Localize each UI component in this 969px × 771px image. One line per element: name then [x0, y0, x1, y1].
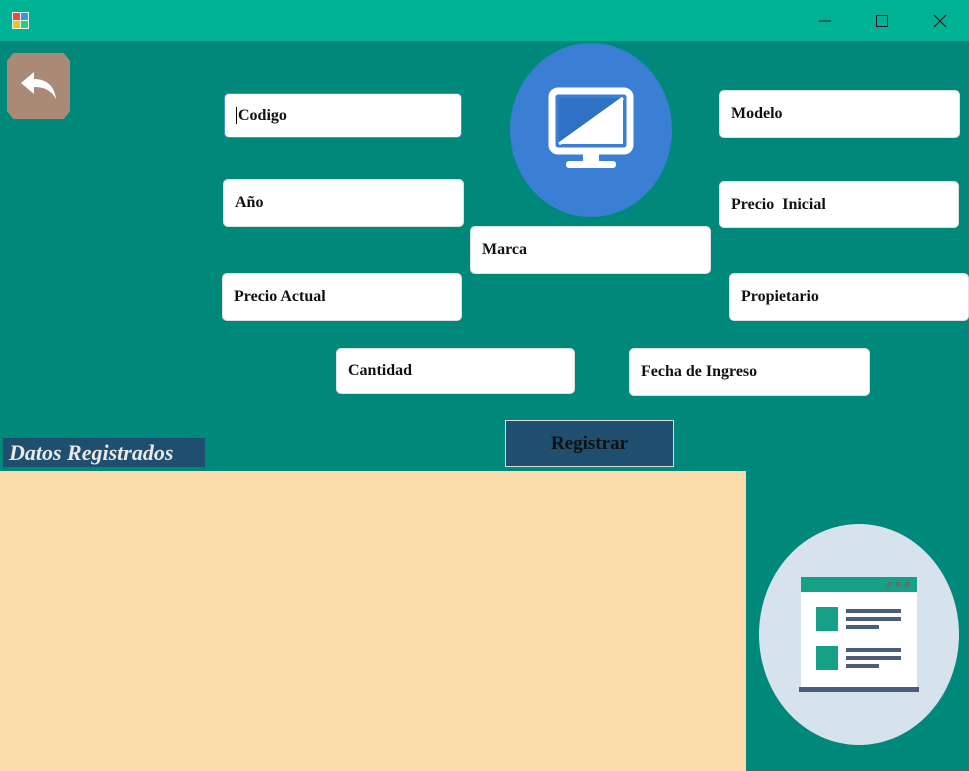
close-icon: [933, 14, 946, 27]
section-title: Datos Registrados: [3, 438, 205, 467]
cantidad-value: Cantidad: [348, 362, 413, 379]
marca-input[interactable]: Marca: [470, 226, 711, 274]
maximize-icon: [875, 14, 888, 27]
register-button-label: Registrar: [550, 432, 629, 454]
undo-arrow-icon: [20, 72, 56, 99]
register-button[interactable]: Registrar: [505, 420, 674, 467]
precio-inicial-input[interactable]: Precio Inicial: [719, 181, 959, 228]
maximize-button[interactable]: [853, 0, 910, 41]
precio-inicial-value: Precio Inicial: [731, 195, 826, 213]
modelo-input[interactable]: Modelo: [719, 90, 960, 138]
report-illustration: [759, 524, 959, 745]
monitor-illustration: [510, 43, 672, 217]
anio-input[interactable]: Año: [223, 179, 464, 227]
anio-value: Año: [235, 194, 264, 211]
modelo-value: Modelo: [731, 105, 783, 122]
codigo-input[interactable]: Codigo: [224, 93, 462, 138]
section-title-text: Datos Registrados: [9, 439, 174, 465]
propietario-value: Propietario: [741, 288, 819, 305]
monitor-icon: [548, 87, 634, 168]
codigo-value: Codigo: [238, 106, 287, 124]
back-button[interactable]: [7, 53, 70, 119]
report-document-icon: [799, 576, 919, 692]
cantidad-input[interactable]: Cantidad: [336, 348, 575, 394]
precio-actual-value: Precio Actual: [234, 288, 326, 305]
minimize-button[interactable]: [796, 0, 853, 41]
fecha-ingreso-input[interactable]: Fecha de Ingreso: [629, 348, 870, 396]
precio-actual-input[interactable]: Precio Actual: [222, 273, 462, 321]
marca-value: Marca: [482, 241, 528, 258]
data-grid[interactable]: [0, 471, 746, 771]
close-button[interactable]: [911, 0, 968, 41]
propietario-input[interactable]: Propietario: [729, 273, 969, 321]
minimize-icon: [818, 20, 831, 21]
text-caret: [236, 107, 237, 124]
app-icon: [12, 12, 29, 29]
fecha-ingreso-value: Fecha de Ingreso: [641, 363, 758, 380]
title-bar: [0, 0, 969, 41]
